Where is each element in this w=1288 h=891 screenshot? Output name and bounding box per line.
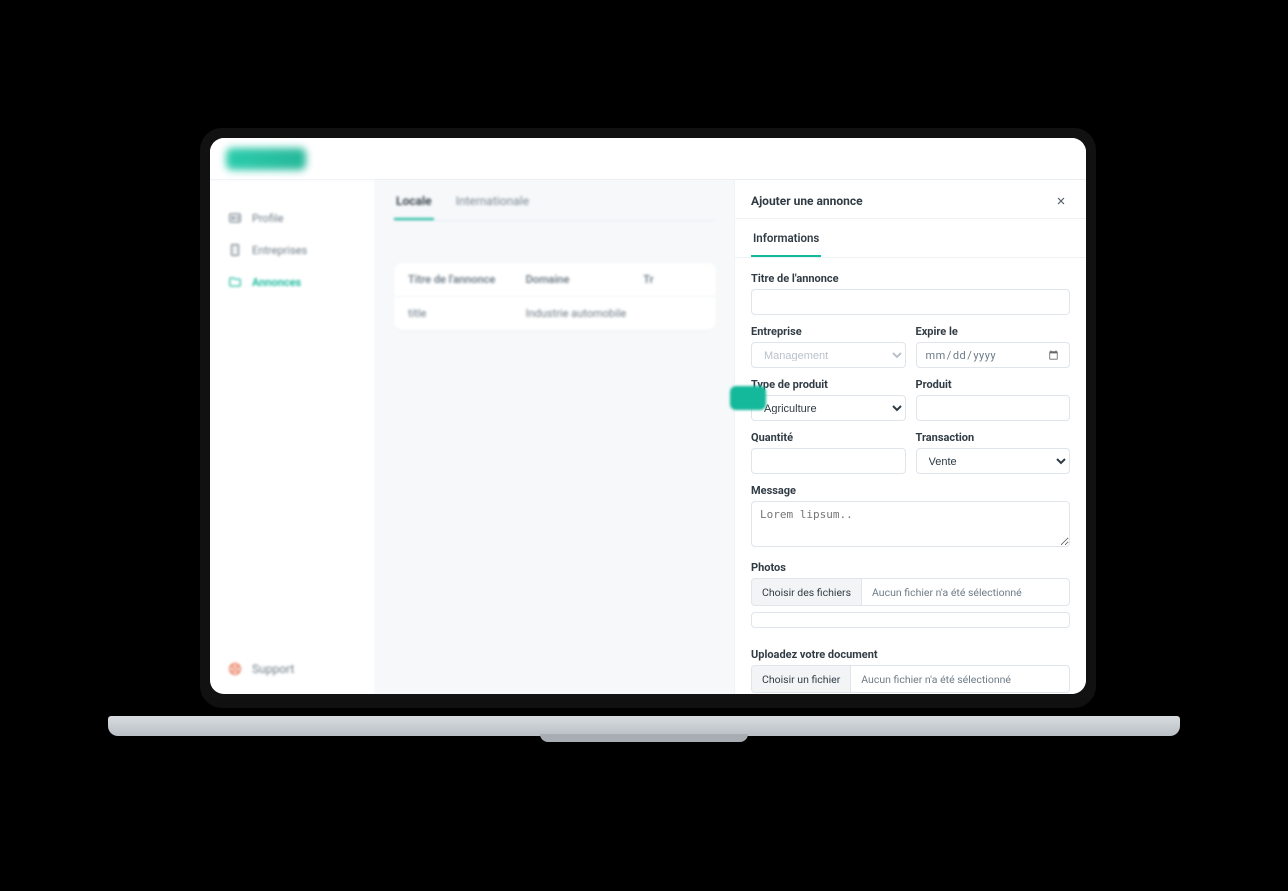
id-card-icon [228,211,242,225]
lifebuoy-icon [228,662,242,676]
sidebar-item-label: Annonces [252,276,301,289]
close-icon [1055,192,1067,211]
sidebar-item-profile[interactable]: Profile [210,202,375,234]
laptop-base [108,716,1180,736]
sidebar: Profile Entreprises Annonc [210,180,376,694]
label-entreprise: Entreprise [751,325,906,338]
laptop-frame: Profile Entreprises Annonc [200,128,1096,708]
cell-tr [643,307,702,320]
select-type-produit[interactable]: Agriculture [751,395,906,421]
input-titre[interactable] [751,289,1070,315]
cell-domain: Industrie automobile [526,307,644,320]
file-none-text: Aucun fichier n'a été sélectionné [862,579,1069,605]
textarea-message[interactable] [751,501,1070,547]
file-choose-button[interactable]: Choisir un fichier [752,666,851,692]
sidebar-item-label: Entreprises [252,244,307,257]
table-row[interactable]: title Industrie automobile [394,297,716,330]
sidebar-item-support[interactable]: Support [210,652,375,694]
col-tr: Tr [643,273,702,286]
panel-tab-informations[interactable]: Informations [751,219,821,257]
label-produit: Produit [916,378,1071,391]
file-choose-button[interactable]: Choisir des fichiers [752,579,862,605]
label-quantite: Quantité [751,431,906,444]
file-preview-bar [751,612,1070,628]
building-icon [228,243,242,257]
side-panel: Ajouter une annonce Informations [734,180,1086,694]
annonces-table: Titre de l'annonce Domaine Tr title Indu… [394,263,716,330]
topbar [210,138,1086,180]
sidebar-item-entreprises[interactable]: Entreprises [210,234,375,266]
input-expire[interactable] [916,342,1071,368]
cell-title: title [408,307,526,320]
input-produit[interactable] [916,395,1071,421]
file-none-text: Aucun fichier n'a été sélectionné [851,666,1069,692]
label-expire: Expire le [916,325,1071,338]
screen: Profile Entreprises Annonc [210,138,1086,694]
tab-locale[interactable]: Locale [394,180,434,220]
panel-title: Ajouter une annonce [751,194,863,208]
col-title: Titre de l'annonce [408,273,526,286]
close-button[interactable] [1052,192,1070,210]
sidebar-item-annonces[interactable]: Annonces [210,266,375,298]
label-type-produit: Type de produit [751,378,906,391]
brand-logo [226,148,306,170]
main-tabs: Locale Internationale [394,180,716,221]
laptop-notch [540,734,748,742]
select-entreprise[interactable]: Management [751,342,906,368]
sidebar-item-label: Profile [252,212,283,225]
panel-tabs: Informations [735,219,1086,258]
main-content: Locale Internationale Titre de l'annonce… [376,180,734,694]
label-photos: Photos [751,561,1070,574]
file-input-photos[interactable]: Choisir des fichiers Aucun fichier n'a é… [751,578,1070,606]
label-message: Message [751,484,1070,497]
input-quantite[interactable] [751,448,906,474]
file-input-document[interactable]: Choisir un fichier Aucun fichier n'a été… [751,665,1070,693]
floating-action-button[interactable] [730,386,766,410]
select-transaction[interactable]: Vente [916,448,1071,474]
label-transaction: Transaction [916,431,1071,444]
folder-icon [228,275,242,289]
col-domain: Domaine [526,273,644,286]
label-titre: Titre de l'annonce [751,272,1070,285]
sidebar-item-label: Support [252,662,294,676]
tab-internationale[interactable]: Internationale [454,180,532,220]
label-upload-document: Uploadez votre document [751,648,1070,661]
